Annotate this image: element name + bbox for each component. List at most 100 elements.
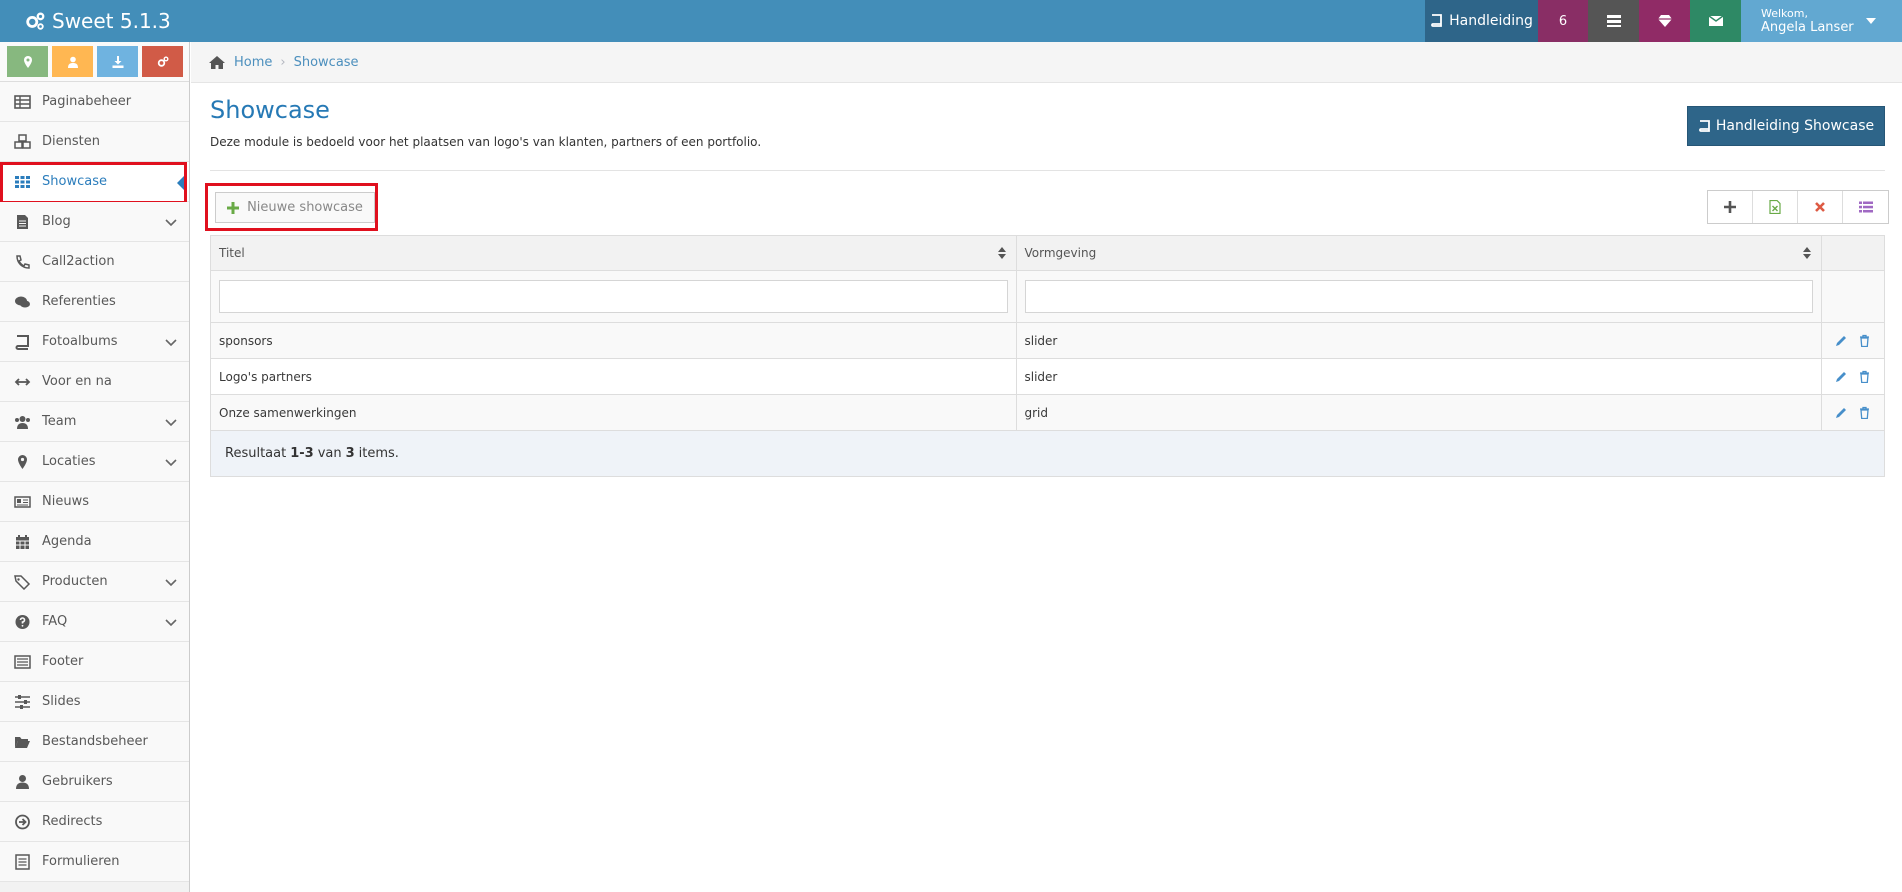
- manual-link[interactable]: Handleiding: [1425, 0, 1538, 42]
- sidebar-item-referenties[interactable]: Referenties: [0, 282, 189, 322]
- edit-icon[interactable]: [1835, 370, 1848, 383]
- comments-icon: [12, 294, 32, 310]
- premium-button[interactable]: [1639, 0, 1690, 42]
- book-icon: [12, 334, 32, 350]
- shortcut-download[interactable]: [97, 46, 138, 77]
- sidebar-item-bestandsbeheer[interactable]: Bestandsbeheer: [0, 722, 189, 762]
- phone-icon: [12, 254, 32, 270]
- sidebar-item-gebruikers[interactable]: Gebruikers: [0, 762, 189, 802]
- clear-filters-button[interactable]: [1798, 191, 1843, 223]
- sidebar-item-blog[interactable]: Blog: [0, 202, 189, 242]
- sidebar-menu: Paginabeheer Diensten Showcase Blog Call…: [0, 82, 189, 882]
- column-header-label: Vormgeving: [1024, 246, 1097, 260]
- sort-icon: [997, 247, 1006, 259]
- column-header-vormgeving[interactable]: Vormgeving: [1015, 235, 1822, 271]
- trash-icon[interactable]: [1858, 406, 1871, 419]
- sidebar-item-nieuws[interactable]: Nieuws: [0, 482, 189, 522]
- sidebar-item-paginabeheer[interactable]: Paginabeheer: [0, 82, 189, 122]
- edit-icon[interactable]: [1835, 406, 1848, 419]
- shortcut-location[interactable]: [7, 46, 48, 77]
- trash-icon[interactable]: [1858, 370, 1871, 383]
- main-content: Showcase Deze module is bedoeld voor het…: [191, 84, 1902, 892]
- chevron-down-icon: [165, 419, 177, 427]
- breadcrumb-home[interactable]: Home: [234, 55, 272, 70]
- diamond-icon: [1657, 15, 1672, 27]
- user-menu[interactable]: Welkom, Angela Lanser: [1741, 0, 1902, 42]
- titel-filter-input[interactable]: [219, 280, 1008, 313]
- sidebar-item-voor-en-na[interactable]: Voor en na: [0, 362, 189, 402]
- question-icon: [12, 614, 32, 630]
- cell-vormgeving: grid: [1015, 394, 1822, 431]
- close-icon: [1815, 202, 1825, 212]
- sidebar-item-redirects[interactable]: Redirects: [0, 802, 189, 842]
- sidebar-item-label: Gebruikers: [42, 774, 113, 789]
- book-icon: [1431, 14, 1442, 27]
- tasks-button[interactable]: [1588, 0, 1639, 42]
- grid-icon: [12, 174, 32, 190]
- arrow-circle-icon: [12, 814, 32, 830]
- sidebar-item-call2action[interactable]: Call2action: [0, 242, 189, 282]
- sidebar-item-diensten[interactable]: Diensten: [0, 122, 189, 162]
- sidebar-item-faq[interactable]: FAQ: [0, 602, 189, 642]
- notifications-button[interactable]: 6: [1538, 0, 1588, 42]
- showcase-manual-button[interactable]: Handleiding Showcase: [1687, 106, 1885, 146]
- calendar-icon: [12, 534, 32, 550]
- chevron-down-icon: [165, 339, 177, 347]
- cogs-icon: [26, 12, 45, 30]
- export-excel-button[interactable]: [1753, 191, 1798, 223]
- top-nav-items: Handleiding 6 Welkom, Angela Lanser: [1425, 0, 1902, 42]
- users-icon: [12, 414, 32, 430]
- cell-titel: Onze samenwerkingen: [210, 394, 1017, 431]
- trash-icon[interactable]: [1858, 334, 1871, 347]
- summary-prefix: Resultaat: [225, 446, 287, 461]
- column-header-titel[interactable]: Titel: [210, 235, 1017, 271]
- list-icon: [1858, 201, 1873, 213]
- table-row: Onze samenwerkingen grid: [210, 394, 1886, 431]
- sidebar-item-locaties[interactable]: Locaties: [0, 442, 189, 482]
- sidebar-item-label: Nieuws: [42, 494, 89, 509]
- plus-icon: [227, 201, 240, 214]
- plus-icon: [1724, 201, 1736, 213]
- edit-icon[interactable]: [1835, 334, 1848, 347]
- vormgeving-filter-input[interactable]: [1024, 280, 1813, 313]
- sidebar-item-producten[interactable]: Producten: [0, 562, 189, 602]
- sidebar-item-slides[interactable]: Slides: [0, 682, 189, 722]
- sidebar-item-showcase[interactable]: Showcase: [0, 162, 189, 204]
- sidebar-item-label: Footer: [42, 654, 84, 669]
- chevron-down-icon: [165, 619, 177, 627]
- manual-link-label: Handleiding: [1449, 13, 1533, 29]
- shortcut-user[interactable]: [52, 46, 93, 77]
- top-navbar: Sweet 5.1.3 Handleiding 6 Welkom, Angela…: [0, 0, 1902, 42]
- footer-icon: [12, 654, 32, 670]
- chevron-down-icon: [165, 579, 177, 587]
- sidebar-item-team[interactable]: Team: [0, 402, 189, 442]
- messages-button[interactable]: [1690, 0, 1741, 42]
- breadcrumb-current[interactable]: Showcase: [294, 55, 359, 70]
- server-icon: [1606, 15, 1621, 27]
- add-button[interactable]: [1708, 191, 1753, 223]
- breadcrumb-separator: ›: [280, 54, 286, 70]
- cell-actions: [1820, 358, 1886, 395]
- map-marker-icon: [12, 454, 32, 470]
- sidebar-item-label: Locaties: [42, 454, 96, 469]
- sidebar-item-agenda[interactable]: Agenda: [0, 522, 189, 562]
- welcome-label: Welkom,: [1761, 7, 1808, 20]
- sliders-icon: [12, 694, 32, 710]
- sidebar-item-fotoalbums[interactable]: Fotoalbums: [0, 322, 189, 362]
- showcase-table: Titel Vormgeving sponsors slider Logo's …: [210, 235, 1886, 431]
- new-showcase-button[interactable]: Nieuwe showcase: [215, 192, 375, 223]
- column-toggle-button[interactable]: [1843, 191, 1888, 223]
- new-showcase-label: Nieuwe showcase: [247, 200, 363, 215]
- sidebar-item-formulieren[interactable]: Formulieren: [0, 842, 189, 882]
- table-icon: [12, 94, 32, 110]
- envelope-icon: [1708, 15, 1723, 26]
- cell-vormgeving: slider: [1015, 358, 1822, 395]
- cell-titel: sponsors: [210, 322, 1017, 359]
- book-icon: [1698, 119, 1710, 132]
- cell-titel: Logo's partners: [210, 358, 1017, 395]
- shortcut-settings[interactable]: [142, 46, 183, 77]
- cogs-icon: [157, 56, 168, 67]
- brand[interactable]: Sweet 5.1.3: [24, 0, 171, 42]
- sidebar-item-footer[interactable]: Footer: [0, 642, 189, 682]
- map-marker-icon: [23, 55, 32, 68]
